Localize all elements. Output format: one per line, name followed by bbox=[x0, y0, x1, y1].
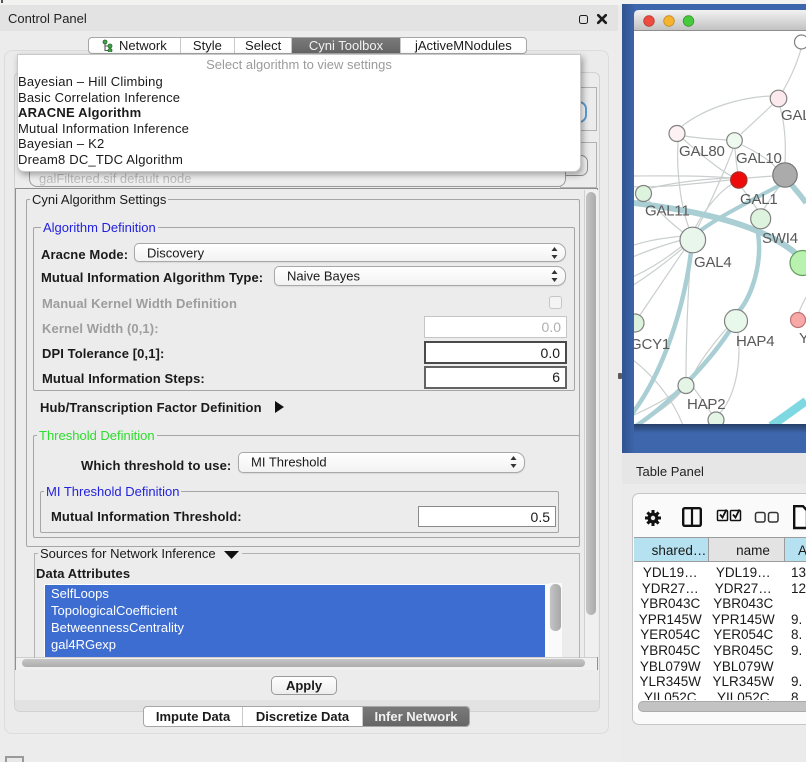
svg-text:GAL1: GAL1 bbox=[740, 191, 778, 208]
svg-text:HAP4: HAP4 bbox=[736, 333, 774, 350]
svg-text:GAL80: GAL80 bbox=[679, 143, 725, 160]
svg-text:HAP2: HAP2 bbox=[687, 396, 725, 413]
svg-text:SWI4: SWI4 bbox=[762, 230, 798, 247]
svg-text:GCY1: GCY1 bbox=[630, 336, 670, 353]
svg-text:GAL4: GAL4 bbox=[694, 254, 732, 271]
svg-text:GAL10: GAL10 bbox=[736, 150, 782, 167]
svg-text:Y: Y bbox=[799, 330, 806, 347]
svg-text:GAL11: GAL11 bbox=[645, 203, 690, 220]
svg-text:GAL8: GAL8 bbox=[781, 107, 806, 124]
